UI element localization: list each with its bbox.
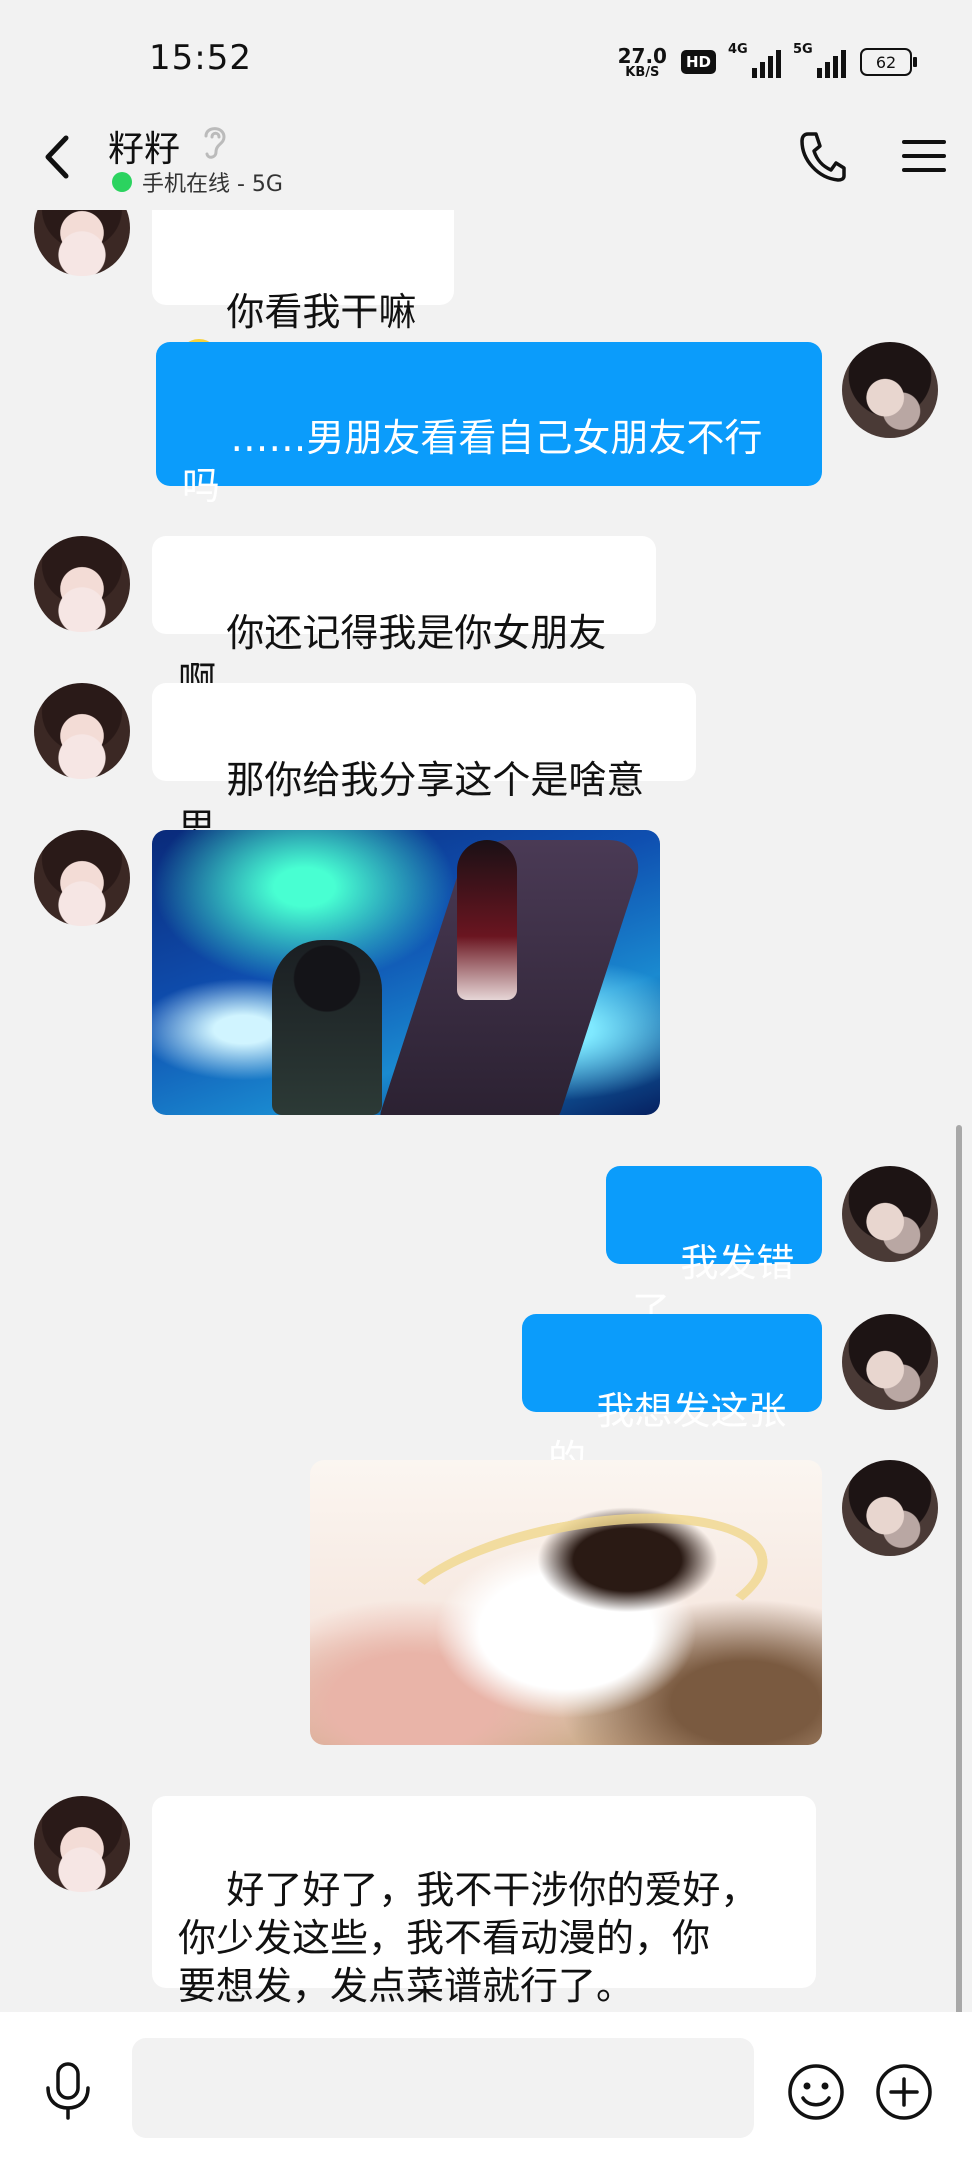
network-speed-unit: KB/S — [625, 64, 660, 80]
contact-avatar[interactable] — [34, 1796, 130, 1892]
battery-icon: 62 — [860, 48, 917, 76]
message-bubble-incoming[interactable]: 你还记得我是你女朋友啊 — [152, 536, 656, 703]
contact-avatar[interactable] — [34, 683, 130, 779]
my-avatar[interactable] — [842, 1314, 938, 1410]
signal-5g-label: 5G — [793, 42, 813, 57]
message-text: ……男朋友看看自己女朋友不行 吗 — [182, 416, 763, 508]
plus-circle-icon[interactable] — [874, 2062, 934, 2122]
message-bubble-outgoing[interactable]: 我想发这张的 — [522, 1314, 822, 1481]
chevron-left-icon[interactable] — [38, 132, 78, 182]
status-icons: 27.0 KB/S HD 4G 5G 62 — [618, 40, 917, 84]
input-bar — [0, 2012, 972, 2160]
chat-header: 籽籽 手机在线 - 5G — [0, 110, 972, 210]
message-bubble-outgoing[interactable]: ……男朋友看看自己女朋友不行 吗 — [156, 342, 822, 508]
contact-avatar[interactable] — [34, 210, 130, 276]
my-avatar[interactable] — [842, 342, 938, 438]
hamburger-menu-icon[interactable] — [902, 134, 946, 178]
image-girl-shape — [457, 840, 517, 1000]
battery-level: 62 — [875, 52, 897, 72]
contact-name[interactable]: 籽籽 — [108, 120, 180, 172]
microphone-icon[interactable] — [42, 2062, 94, 2122]
message-list[interactable]: 你看我干嘛 ……男朋友看看自己女朋友不行 吗 你还记得我是你女朋友啊 那你给我分… — [0, 210, 972, 2010]
my-avatar[interactable] — [842, 1166, 938, 1262]
message-bubble-incoming[interactable]: 那你给我分享这个是啥意思 — [152, 683, 696, 850]
anime-boat-image[interactable] — [152, 830, 660, 1115]
signal-4g-label: 4G — [728, 42, 748, 57]
signal-5g-icon: 5G — [793, 42, 846, 78]
ear-icon — [204, 127, 226, 159]
status-bar: 15:52 27.0 KB/S HD 4G 5G 62 — [0, 0, 972, 110]
network-speed: 27.0 KB/S — [618, 46, 667, 79]
message-text: 你看我干嘛 — [226, 290, 417, 334]
message-text: 好了好了，我不干涉你的爱好， 你少发这些，我不看动漫的，你 要想发，发点菜谱就行… — [178, 1868, 759, 2008]
contact-avatar[interactable] — [34, 830, 130, 926]
status-time: 15:52 — [149, 38, 252, 78]
phone-icon[interactable] — [798, 130, 846, 182]
image-ribbon-shape — [380, 1488, 780, 1692]
anime-dancer-image[interactable] — [310, 1460, 822, 1745]
contact-avatar[interactable] — [34, 536, 130, 632]
message-bubble-incoming[interactable]: 你看我干嘛 — [152, 210, 454, 381]
online-status: 手机在线 - 5G — [112, 166, 283, 198]
my-avatar[interactable] — [842, 1460, 938, 1556]
smiley-icon[interactable] — [786, 2062, 846, 2122]
message-bubble-incoming[interactable]: 好了好了，我不干涉你的爱好， 你少发这些，我不看动漫的，你 要想发，发点菜谱就行… — [152, 1796, 816, 2008]
scrollbar[interactable] — [956, 1125, 962, 2015]
online-dot-icon — [112, 172, 132, 192]
message-bubble-outgoing[interactable]: 我发错了 — [606, 1166, 822, 1333]
message-input[interactable] — [132, 2038, 754, 2138]
signal-4g-icon: 4G — [728, 42, 781, 78]
online-status-text: 手机在线 - 5G — [142, 172, 283, 197]
hd-icon: HD — [680, 50, 716, 74]
image-person-shape — [272, 940, 382, 1115]
network-speed-value: 27.0 — [617, 43, 667, 68]
